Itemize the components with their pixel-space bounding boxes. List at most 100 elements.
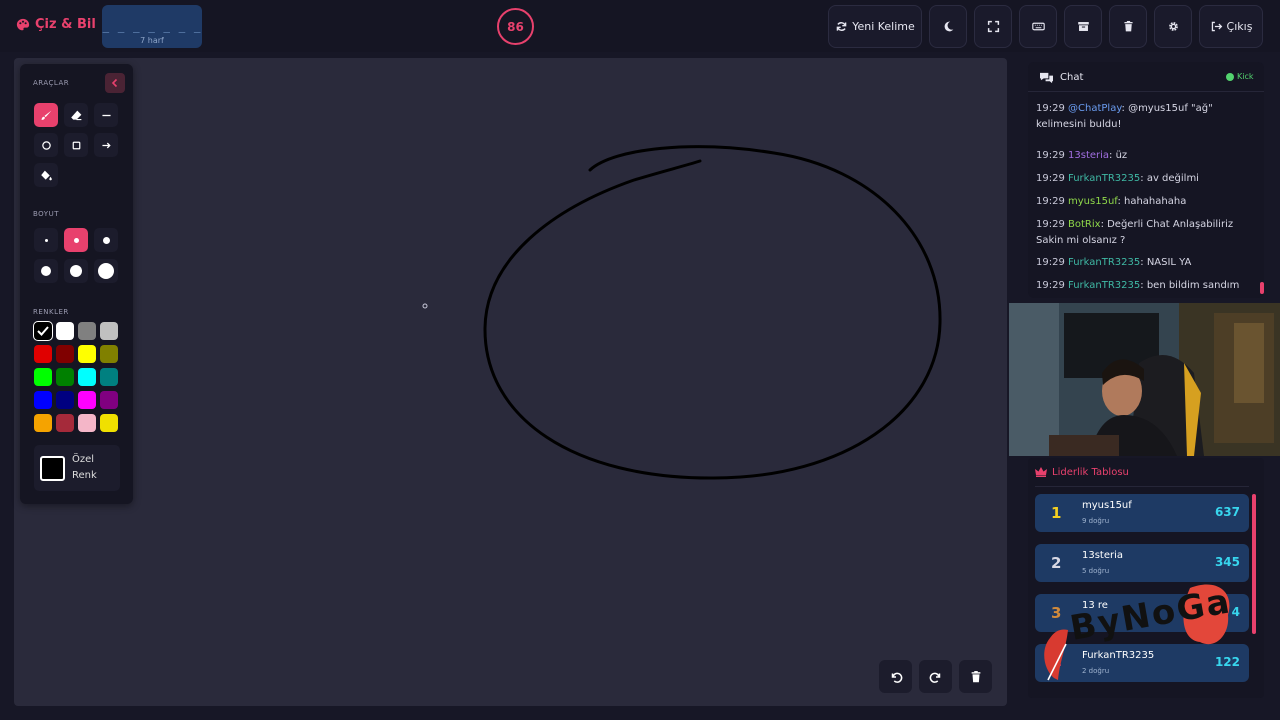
eraser-icon	[70, 110, 81, 120]
chat-scrollbar[interactable]	[1260, 282, 1264, 294]
color-swatch[interactable]	[100, 345, 118, 363]
brand: Çiz & Bil	[16, 17, 96, 32]
exit-button[interactable]: Çıkış	[1199, 5, 1263, 48]
message-user[interactable]: FurkanTR3235	[1068, 257, 1140, 268]
brush-cursor	[422, 303, 428, 309]
chat-message: 19:29 FurkanTR3235: av değilmi	[1036, 171, 1254, 187]
leaderboard-title: Liderlik Tablosu	[1052, 467, 1129, 478]
clear-canvas-button[interactable]	[959, 660, 992, 693]
color-swatch[interactable]	[34, 368, 52, 386]
message-text: : NASIL YA	[1140, 257, 1192, 268]
player-correct-count: 9 doğru	[1082, 517, 1110, 525]
dark-mode-button[interactable]	[929, 5, 967, 48]
message-text: : hahahahaha	[1117, 196, 1187, 207]
leaderboard-divider	[1035, 486, 1249, 487]
color-swatch[interactable]	[78, 368, 96, 386]
size-option-1[interactable]	[34, 228, 58, 252]
square-tool[interactable]	[64, 133, 88, 157]
word-length: 7 harf	[140, 36, 164, 45]
circle-tool[interactable]	[34, 133, 58, 157]
undo-button[interactable]	[879, 660, 912, 693]
message-user[interactable]: 13steria	[1068, 150, 1109, 161]
exit-label: Çıkış	[1226, 20, 1253, 33]
color-swatch[interactable]	[34, 391, 52, 409]
arrow-icon	[101, 142, 111, 148]
leaderboard-row: 1 myus15uf 9 doğru 637	[1035, 494, 1249, 532]
brand-title: Çiz & Bil	[35, 17, 96, 32]
check-icon	[37, 326, 49, 336]
tools-section-label: ARAÇLAR	[33, 79, 70, 87]
message-user[interactable]: FurkanTR3235	[1068, 280, 1140, 291]
brush-tool[interactable]	[34, 103, 58, 127]
color-swatch[interactable]	[56, 322, 74, 340]
color-swatch[interactable]	[100, 414, 118, 432]
redo-button[interactable]	[919, 660, 952, 693]
color-swatch[interactable]	[34, 414, 52, 432]
message-time: 19:29	[1036, 173, 1065, 184]
line-icon	[101, 114, 111, 116]
size-dot	[41, 266, 51, 276]
fill-tool[interactable]	[34, 163, 58, 187]
chat-message: 19:29 @ChatPlay: @myus15uf "ağ" kelimesi…	[1036, 101, 1254, 133]
message-text: : av değilmi	[1140, 173, 1199, 184]
clear-button[interactable]	[1109, 5, 1147, 48]
message-user[interactable]: @ChatPlay	[1068, 103, 1122, 114]
fill-bucket-icon	[40, 170, 52, 180]
fullscreen-button[interactable]	[974, 5, 1012, 48]
color-swatch[interactable]	[78, 414, 96, 432]
new-word-button[interactable]: Yeni Kelime	[828, 5, 922, 48]
chat-message: 19:29 FurkanTR3235: ben bildim sandım	[1036, 278, 1254, 294]
drawing-canvas[interactable]	[14, 58, 1007, 706]
color-swatch[interactable]	[56, 414, 74, 432]
color-swatch[interactable]	[78, 322, 96, 340]
color-swatch[interactable]	[56, 368, 74, 386]
settings-button[interactable]	[1154, 5, 1192, 48]
color-swatch[interactable]	[100, 368, 118, 386]
round-timer: 86	[497, 8, 534, 45]
size-option-6[interactable]	[94, 259, 118, 283]
custom-color-button[interactable]: Özel Renk	[34, 445, 120, 491]
message-time: 19:29	[1036, 103, 1065, 114]
canvas-drawing	[422, 145, 942, 480]
eraser-tool[interactable]	[64, 103, 88, 127]
chat-title: Chat	[1060, 72, 1084, 83]
keyboard-button[interactable]	[1019, 5, 1057, 48]
webcam-feed	[1009, 303, 1280, 456]
archive-button[interactable]	[1064, 5, 1102, 48]
keyboard-icon	[1031, 22, 1045, 31]
size-dot	[44, 238, 48, 242]
arrow-tool[interactable]	[94, 133, 118, 157]
color-swatch[interactable]	[78, 345, 96, 363]
size-option-2[interactable]	[64, 228, 88, 252]
color-swatch[interactable]	[56, 345, 74, 363]
color-swatch[interactable]	[100, 322, 118, 340]
brush-icon	[41, 110, 51, 120]
color-swatch[interactable]	[34, 322, 52, 340]
timer-value: 86	[507, 19, 524, 34]
message-text: : ben bildim sandım	[1140, 280, 1240, 291]
size-option-5[interactable]	[64, 259, 88, 283]
color-swatch[interactable]	[100, 391, 118, 409]
redo-icon	[929, 672, 940, 683]
message-user[interactable]: myus15uf	[1068, 196, 1117, 207]
line-tool[interactable]	[94, 103, 118, 127]
size-option-3[interactable]	[94, 228, 118, 252]
color-swatch[interactable]	[78, 391, 96, 409]
message-user[interactable]: BotRix	[1068, 219, 1101, 230]
undo-icon	[891, 672, 902, 683]
color-swatch[interactable]	[56, 391, 74, 409]
message-time: 19:29	[1036, 196, 1065, 207]
custom-color-label: Özel Renk	[72, 454, 97, 481]
size-option-4[interactable]	[34, 259, 58, 283]
chat-message: 19:29 FurkanTR3235: NASIL YA	[1036, 255, 1254, 271]
collapse-panel-button[interactable]	[105, 73, 125, 93]
message-time: 19:29	[1036, 219, 1065, 230]
message-time: 19:29	[1036, 280, 1065, 291]
size-dot	[98, 263, 114, 279]
tools-panel: ARAÇLAR BOYUT RENKLER Özel Renk	[20, 64, 133, 504]
color-swatch[interactable]	[34, 345, 52, 363]
message-text: : üz	[1109, 150, 1128, 161]
chat-header: Chat Kick	[1028, 62, 1264, 92]
colors-section-label: RENKLER	[33, 308, 69, 316]
message-user[interactable]: FurkanTR3235	[1068, 173, 1140, 184]
